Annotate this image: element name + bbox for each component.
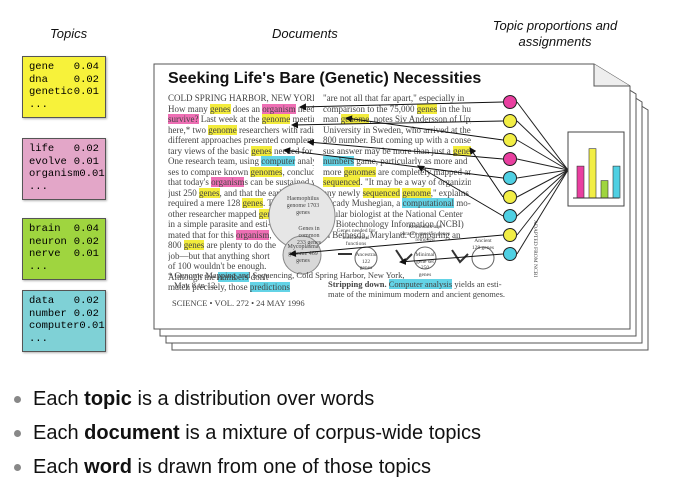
bullet-dot-icon	[14, 395, 21, 403]
assignment-dot	[503, 114, 517, 128]
assignment-dot	[503, 133, 517, 147]
assignment-arrow	[289, 234, 504, 257]
assignment-dot	[503, 95, 517, 109]
histogram-bar-3	[600, 180, 609, 199]
assignment-arrows	[283, 101, 569, 266]
proportion-link	[516, 169, 569, 255]
bullet-list: Each topic is a distribution over words …	[10, 382, 670, 484]
assignment-arrow	[299, 101, 504, 111]
assignment-overlay	[283, 95, 625, 266]
topic-proportions-histogram	[567, 131, 625, 207]
assignment-dot	[503, 152, 517, 166]
assignment-dot	[503, 209, 517, 223]
assignment-dot	[503, 171, 517, 185]
bullet-topic: Each topic is a distribution over words	[10, 382, 670, 416]
histogram-bar-2	[588, 148, 597, 199]
bullet-text-pre: Each	[33, 455, 85, 478]
proportion-link	[516, 169, 569, 236]
proportion-link	[516, 101, 569, 171]
histogram-bar-1	[576, 165, 585, 199]
bullet-text-pre: Each	[33, 387, 85, 410]
bullet-text-post: is drawn from one of those topics	[131, 455, 431, 478]
bullet-dot-icon	[14, 463, 21, 471]
histogram-bar-4	[612, 165, 621, 199]
assignment-dots	[503, 95, 517, 261]
proportion-link	[516, 158, 569, 171]
proportion-link	[516, 120, 569, 171]
bullet-dot-icon	[14, 429, 21, 437]
bullet-text-post: is a mixture of corpus-wide topics	[179, 421, 481, 444]
assignment-arrow	[291, 120, 504, 129]
bullet-document: Each document is a mixture of corpus-wid…	[10, 416, 670, 450]
bullet-text-pre: Each	[33, 421, 85, 444]
bullet-word: Each word is drawn from one of those top…	[10, 450, 670, 484]
bullet-text-bold: word	[84, 455, 132, 478]
assignment-dot	[503, 228, 517, 242]
assignment-arrow	[417, 165, 504, 217]
bullet-text-bold: topic	[84, 387, 132, 410]
bullet-text-post: is a distribution over words	[131, 387, 375, 410]
assignment-arrow	[469, 147, 504, 198]
assignment-arrow	[283, 147, 504, 179]
assignment-dot	[503, 190, 517, 204]
proportion-link	[516, 139, 569, 171]
bullet-text-bold: document	[84, 421, 180, 444]
assignment-dot	[503, 247, 517, 261]
assignment-arrow	[399, 253, 504, 266]
